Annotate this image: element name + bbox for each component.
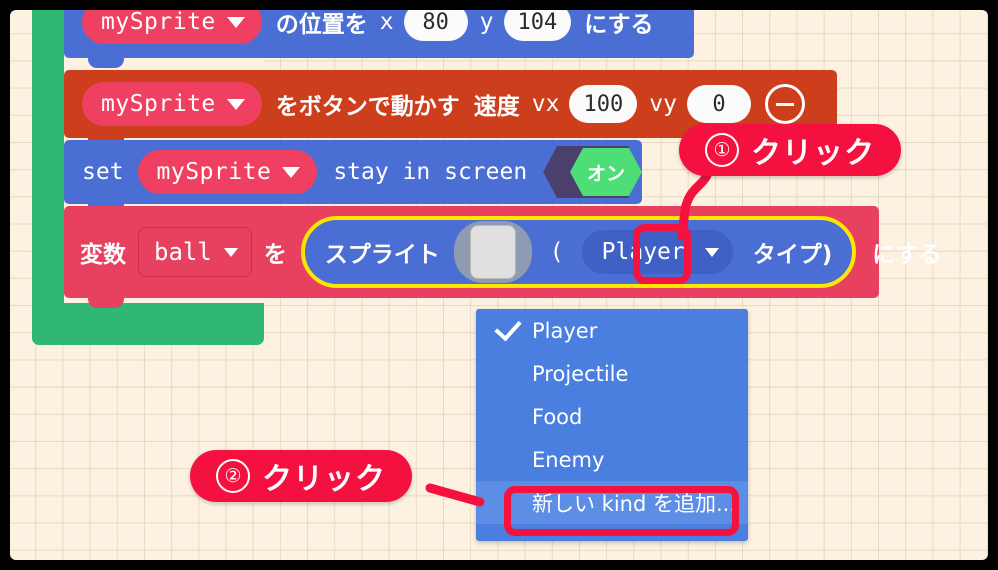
menu-item-label: Player — [532, 318, 598, 343]
menu-item-label: 新しい kind を追加... — [532, 491, 737, 516]
menu-item-add-new-kind[interactable]: 新しい kind を追加... — [476, 481, 748, 524]
menu-item-label: Enemy — [532, 447, 605, 472]
block-set-position[interactable]: mySprite の位置を x 80 y 104 にする — [64, 10, 694, 68]
y-value-input[interactable]: 104 — [503, 10, 572, 41]
move-text: をボタンで動かす — [275, 94, 460, 120]
block-notch — [88, 57, 124, 68]
x-label: x — [379, 10, 394, 35]
blocks-workspace[interactable]: mySprite の位置を x 80 y 104 にする mySprite をボ… — [10, 10, 988, 560]
sprite-thumbnail-icon[interactable] — [453, 221, 532, 283]
menu-item-projectile[interactable]: Projectile — [476, 352, 748, 395]
stay-in-screen-text: stay in screen — [333, 159, 528, 185]
vx-label: vx — [531, 91, 560, 117]
block-set-stay-in-screen[interactable]: set mySprite stay in screen オン — [64, 140, 642, 214]
callout-number: ② — [216, 459, 250, 493]
y-label: y — [479, 10, 494, 35]
menu-item-label: Projectile — [532, 361, 629, 386]
chevron-down-icon — [223, 247, 238, 257]
position-suffix: にする — [584, 12, 654, 38]
toggle-knob: オン — [570, 148, 642, 196]
sprite-dropdown-label: mySprite — [101, 91, 216, 117]
stay-in-screen-toggle[interactable]: オン — [543, 146, 642, 198]
block-notch — [88, 297, 124, 308]
vx-value-input[interactable]: 100 — [569, 85, 638, 123]
sprite-dropdown-move[interactable]: mySprite — [82, 82, 262, 126]
menu-item-label: Food — [532, 404, 583, 429]
speed-label: 速度 — [473, 94, 520, 120]
menu-item-player[interactable]: Player — [476, 309, 748, 352]
sprite-dropdown-stay[interactable]: mySprite — [137, 150, 318, 194]
variable-name-dropdown[interactable]: ball — [138, 227, 252, 277]
variable-particle: を — [263, 242, 287, 268]
callout-text: クリック — [262, 462, 386, 497]
kind-dropdown-menu[interactable]: Player Projectile Food Enemy 新しい kind を追… — [476, 309, 748, 541]
sprite-reporter-label: スプライト — [324, 242, 440, 268]
callout-text: クリック — [751, 136, 875, 171]
screenshot-frame: mySprite の位置を x 80 y 104 にする mySprite をボ… — [0, 0, 998, 570]
position-text: の位置を — [275, 12, 368, 38]
variable-keyword: 変数 — [80, 242, 126, 268]
minus-circle-icon[interactable] — [764, 84, 805, 124]
chevron-down-icon — [226, 16, 245, 28]
chevron-down-icon — [282, 166, 301, 178]
x-value-input[interactable]: 80 — [403, 10, 468, 41]
kind-suffix: タイプ) — [752, 242, 833, 268]
sprite-dropdown-label: mySprite — [101, 10, 216, 35]
sprite-dropdown-label: mySprite — [156, 159, 272, 185]
callout-1: ① クリック — [679, 124, 901, 176]
variable-suffix: にする — [872, 242, 942, 268]
menu-item-food[interactable]: Food — [476, 395, 748, 438]
chevron-down-icon[interactable] — [704, 247, 719, 257]
set-keyword: set — [82, 159, 124, 185]
paren-open: ( — [549, 239, 564, 265]
check-icon — [494, 313, 522, 342]
sprite-dropdown-position[interactable]: mySprite — [82, 10, 262, 44]
callout-number: ① — [705, 133, 739, 167]
leader-line-2 — [425, 483, 485, 507]
callout-2: ② クリック — [190, 450, 412, 502]
vy-label: vy — [649, 91, 677, 117]
menu-item-enemy[interactable]: Enemy — [476, 438, 748, 481]
kind-dropdown[interactable]: Player — [581, 230, 733, 274]
variable-name-label: ball — [154, 238, 212, 266]
sprite-reporter-block[interactable]: スプライト ( Player タイプ) — [300, 216, 857, 288]
block-set-variable[interactable]: 変数 ball を スプライト ( Player タイプ) にする — [64, 206, 942, 308]
vy-value-input[interactable]: 0 — [686, 85, 751, 123]
kind-dropdown-label: Player — [601, 239, 685, 265]
chevron-down-icon — [226, 98, 245, 110]
